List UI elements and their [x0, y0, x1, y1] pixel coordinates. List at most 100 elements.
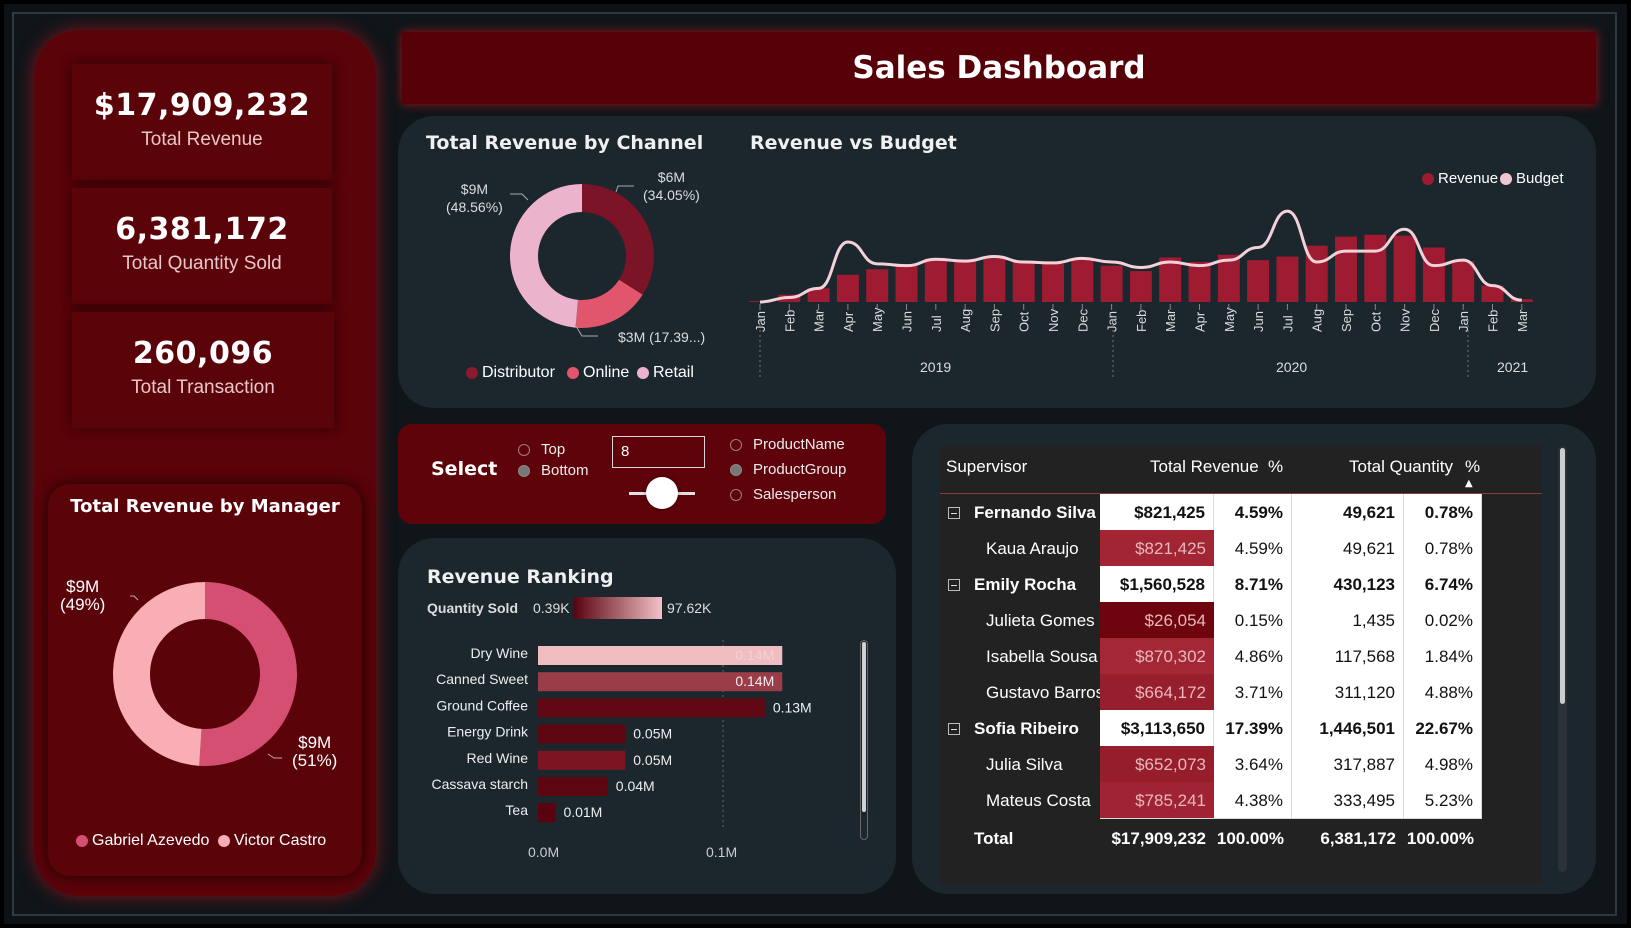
revenue-bar[interactable]	[836, 274, 859, 302]
cell-qty-pct: 5.23%	[1404, 782, 1482, 819]
x-tick-label: Apr	[1193, 311, 1208, 332]
page-header: Sales Dashboard	[402, 32, 1596, 104]
cell-qty: 6,381,172	[1292, 820, 1404, 857]
radio-productname[interactable]	[730, 439, 742, 451]
donut-slice-gabriel-azevedo[interactable]	[113, 582, 205, 766]
cell-rev-pct: 4.59%	[1214, 530, 1292, 567]
x-tick-label: Mar	[1515, 309, 1530, 332]
legend-retail[interactable]: Retail	[637, 364, 694, 382]
legend-online[interactable]: Online	[567, 364, 629, 382]
table-body: Fernando Silva $821,425 4.59% 49,621 0.78% Ka…	[940, 494, 1542, 884]
select-label: Select	[431, 458, 498, 480]
revenue-bar[interactable]	[954, 259, 977, 302]
cell-rev-pct: 4.38%	[1214, 782, 1292, 819]
ranking-bar[interactable]	[538, 698, 765, 718]
radio-salesperson-label: Salesperson	[753, 486, 837, 503]
collapse-icon[interactable]	[948, 723, 960, 735]
legend-victor-castro[interactable]: Victor Castro	[218, 832, 326, 850]
cell-qty: 333,495	[1292, 782, 1404, 819]
radio-bottom[interactable]	[518, 465, 530, 477]
table-group-row[interactable]: Sofia Ribeiro $3,113,650 17.39% 1,446,501 22…	[940, 710, 1542, 747]
legend-budget[interactable]: Budget	[1500, 170, 1564, 187]
x-tick-label: Jul	[1280, 315, 1295, 332]
x-tick-label: Feb	[1486, 310, 1501, 332]
cell-qty-pct: 6.74%	[1404, 566, 1482, 603]
ranking-bar[interactable]	[538, 803, 556, 823]
revenue-bar[interactable]	[1042, 263, 1064, 302]
table-row[interactable]: Julia Silva $652,073 3.64% 317,887 4.98%	[940, 746, 1542, 783]
revenue-bar[interactable]	[1422, 247, 1445, 302]
radio-productgroup[interactable]	[730, 464, 742, 476]
budget-chart-title: Revenue vs Budget	[750, 132, 957, 154]
revenue-bar[interactable]	[1129, 271, 1152, 302]
revenue-bar[interactable]	[924, 258, 947, 302]
revenue-bar[interactable]	[895, 265, 918, 302]
ranking-bar[interactable]	[538, 750, 626, 770]
cell-qty: 1,435	[1292, 602, 1404, 639]
top-n-input[interactable]: 8	[612, 436, 705, 468]
cell-rev-pct: 0.15%	[1214, 602, 1292, 639]
cell-rev-pct: 17.39%	[1214, 710, 1292, 747]
legend-gabriel-azevedo[interactable]: Gabriel Azevedo	[76, 832, 209, 850]
cell-revenue: $26,054	[1100, 602, 1214, 639]
donut-slice-retail[interactable]	[509, 184, 582, 328]
legend-dot-icon	[1500, 172, 1512, 185]
radio-salesperson[interactable]	[730, 489, 742, 501]
kpi-label: Total Transaction	[131, 377, 275, 398]
col-header-total-quantity[interactable]: Total Quantity	[1349, 457, 1453, 477]
revenue-ranking-chart[interactable]: Dry Wine 0.14M Canned Sweet 0.14M Ground Cof…	[398, 630, 878, 870]
manager-donut-chart[interactable]	[48, 484, 362, 876]
label-pct: (34.05%)	[643, 187, 700, 203]
revenue-bar[interactable]	[983, 258, 1006, 302]
table-row[interactable]: Julieta Gomes $26,054 0.15% 1,435 0.02%	[940, 602, 1542, 639]
revenue-bar[interactable]	[1335, 236, 1357, 302]
revenue-bar[interactable]	[1452, 261, 1475, 302]
cell-qty: 317,887	[1292, 746, 1404, 783]
col-header-quantity-pct[interactable]: %	[1465, 457, 1480, 477]
legend-label: Revenue	[1438, 170, 1499, 187]
ranking-scrollbar-thumb[interactable]	[862, 642, 866, 812]
data-label: 0.01M	[563, 804, 602, 820]
table-row[interactable]: Mateus Costa $785,241 4.38% 333,495 5.23%	[940, 782, 1542, 819]
supervisor-name: Sofia Ribeiro	[974, 719, 1079, 738]
revenue-bar[interactable]	[1393, 235, 1416, 302]
revenue-bar[interactable]	[866, 269, 889, 302]
table-total-row[interactable]: Total $17,909,232 100.00% 6,381,172 100.00%	[940, 820, 1542, 857]
cell-qty: 311,120	[1292, 674, 1404, 711]
table-row[interactable]: Kaua Araujo $821,425 4.59% 49,621 0.78%	[940, 530, 1542, 567]
table-row[interactable]: Isabella Sousa $870,302 4.86% 117,568 1.84%	[940, 638, 1542, 675]
revenue-bar[interactable]	[1247, 260, 1270, 302]
cell-qty: 49,621	[1292, 494, 1404, 531]
revenue-bar[interactable]	[1188, 262, 1211, 302]
revenue-bar[interactable]	[1012, 262, 1035, 302]
col-header-supervisor[interactable]: Supervisor	[946, 457, 1027, 477]
ranking-bar[interactable]	[538, 724, 626, 744]
x-tick-label: Sep	[1339, 309, 1354, 332]
page-title: Sales Dashboard	[852, 50, 1146, 86]
revenue-bar[interactable]	[1364, 234, 1387, 302]
legend-revenue[interactable]: Revenue	[1422, 170, 1498, 187]
x-tick-label: Sep	[987, 309, 1002, 332]
legend-distributor[interactable]: Distributor	[466, 364, 555, 382]
donut-slice-victor-castro[interactable]	[199, 582, 298, 766]
table-group-row[interactable]: Fernando Silva $821,425 4.59% 49,621 0.78%	[940, 494, 1542, 531]
ranking-bar[interactable]	[538, 777, 608, 796]
label-value: $6M	[657, 169, 686, 185]
year-label-2021: 2021	[1497, 359, 1529, 375]
radio-top[interactable]	[518, 444, 530, 456]
cell-qty: 117,568	[1292, 638, 1404, 675]
revenue-bar[interactable]	[1276, 256, 1299, 302]
revenue-budget-chart[interactable]: Jan Feb Mar Apr May Jun Jul Aug Sep Oct Nov Dec Jan F…	[740, 190, 1560, 390]
top-n-slider-handle[interactable]	[646, 477, 678, 509]
col-header-revenue-pct[interactable]: %	[1268, 457, 1283, 477]
sort-desc-icon[interactable]: ▲	[1465, 478, 1473, 489]
revenue-bar[interactable]	[1071, 258, 1094, 302]
col-header-total-revenue[interactable]: Total Revenue	[1150, 457, 1259, 477]
collapse-icon[interactable]	[948, 579, 960, 591]
revenue-bar[interactable]	[1100, 265, 1123, 302]
collapse-icon[interactable]	[948, 507, 960, 519]
cell-rev-pct: 3.64%	[1214, 746, 1292, 783]
table-scrollbar-thumb[interactable]	[1560, 448, 1565, 704]
table-group-row[interactable]: Emily Rocha $1,560,528 8.71% 430,123 6.74%	[940, 566, 1542, 603]
table-row[interactable]: Gustavo Barros $664,172 3.71% 311,120 4.88%	[940, 674, 1542, 711]
